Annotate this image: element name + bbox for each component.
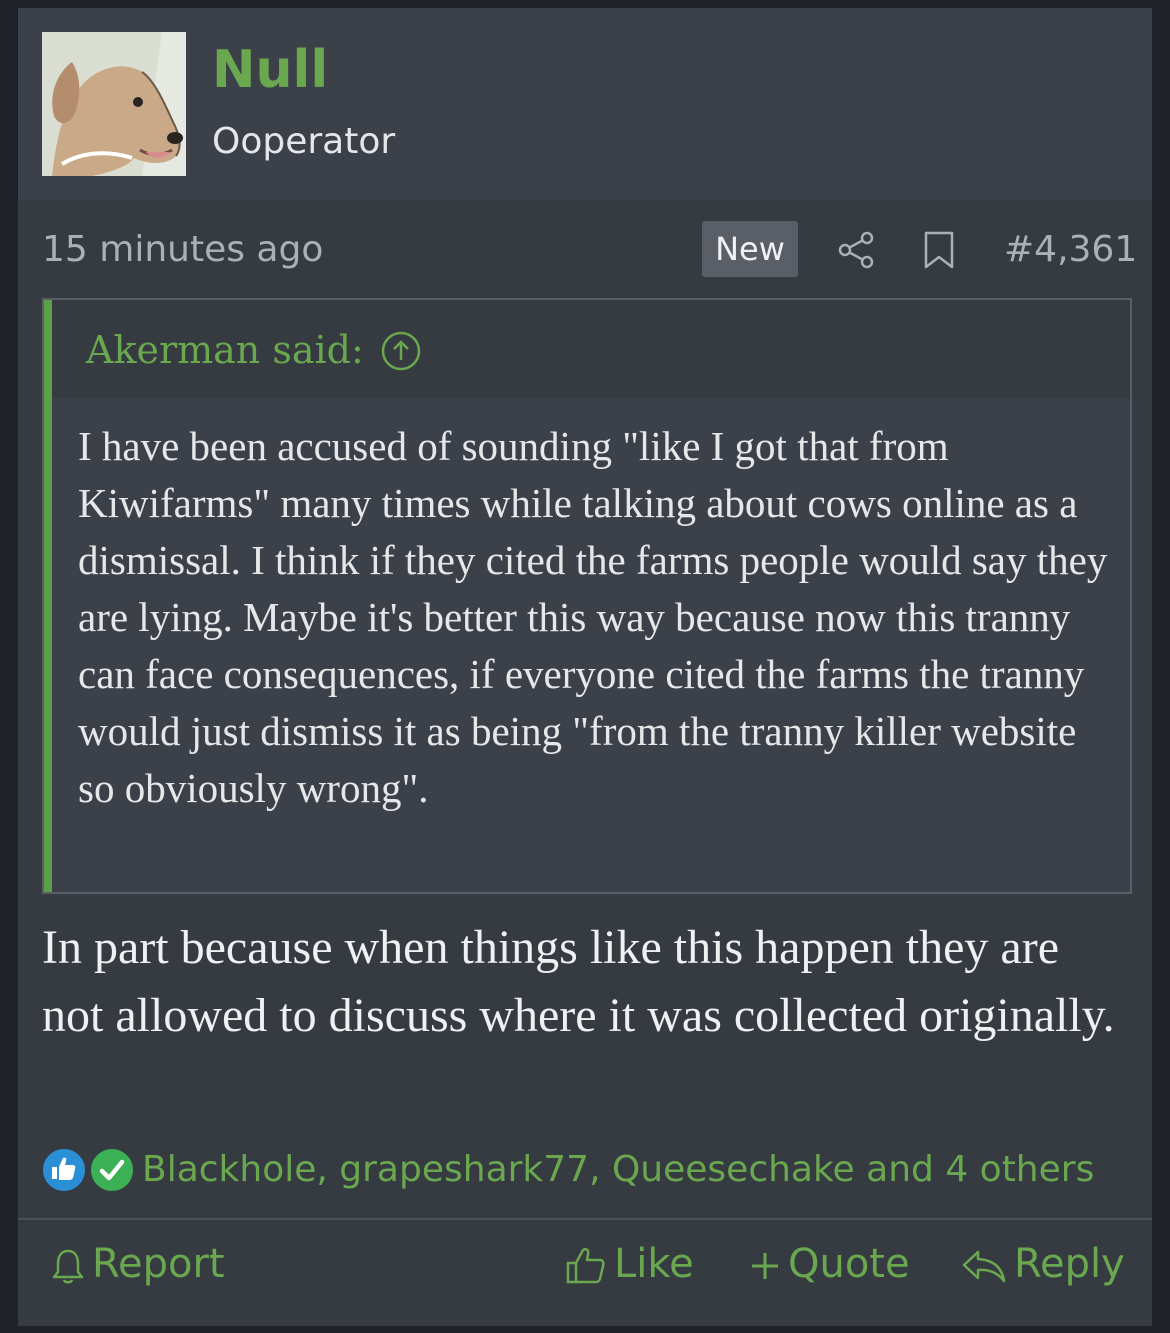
quote-header: Akerman said: — [52, 300, 1130, 398]
bookmark-icon[interactable] — [922, 230, 956, 270]
quote-block: Akerman said: I have been accused of sou… — [42, 298, 1132, 894]
report-label: Report — [92, 1241, 225, 1287]
footer-divider — [18, 1218, 1152, 1220]
thumbs-up-outline-icon — [566, 1247, 605, 1284]
post: Null Ooperator 15 minutes ago New #4,361… — [18, 8, 1152, 1326]
like-label: Like — [614, 1241, 694, 1287]
report-button[interactable]: Report — [50, 1236, 225, 1292]
plus-icon — [752, 1253, 778, 1279]
post-number[interactable]: #4,361 — [1004, 226, 1137, 274]
like-button[interactable]: Like — [564, 1236, 694, 1292]
arrow-up-circle-icon[interactable] — [380, 330, 422, 372]
quote-label: Quote — [788, 1241, 910, 1287]
username[interactable]: Null — [212, 38, 328, 102]
avatar[interactable] — [42, 32, 186, 176]
quote-button[interactable]: Quote — [748, 1236, 910, 1292]
reply-icon — [962, 1250, 1006, 1283]
user-title: Ooperator — [212, 121, 396, 162]
thumbs-up-icon — [40, 1146, 88, 1194]
reply-button[interactable]: Reply — [960, 1236, 1125, 1292]
quote-text: I have been accused of sounding "like I … — [78, 423, 1108, 811]
reaction-names[interactable]: Blackhole, grapeshark77, Queesechake and… — [142, 1144, 1094, 1196]
post-body: In part because when things like this ha… — [42, 921, 1115, 1042]
post-header: Null Ooperator — [18, 8, 1152, 200]
post-timestamp[interactable]: 15 minutes ago — [42, 226, 323, 274]
reply-label: Reply — [1014, 1241, 1125, 1287]
new-badge: New — [702, 221, 798, 277]
reactions-bar[interactable]: Blackhole, grapeshark77, Queesechake and… — [40, 1144, 1140, 1196]
share-icon[interactable] — [836, 230, 876, 270]
quote-attribution[interactable]: Akerman said: — [86, 324, 364, 376]
bell-icon — [52, 1249, 84, 1284]
quote-bar — [44, 300, 52, 892]
checkmark-icon — [88, 1146, 136, 1194]
